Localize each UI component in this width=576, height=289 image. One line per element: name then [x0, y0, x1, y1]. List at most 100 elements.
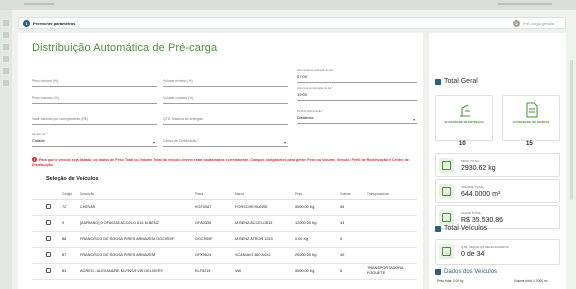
qtd-entregas-label: QUANTIDADE DE ENTREGAS [444, 120, 484, 124]
volume-total-label: VOLUME TOTAL [461, 185, 484, 189]
truck-icon [439, 244, 454, 259]
agrupar-por-value: Cidade [32, 138, 45, 143]
valor-total-label: VALOR TOTAL [461, 211, 482, 215]
cell-descricao: [ADRIANO] 0 OFA0335 ACCELO 815 M.BENZ [80, 215, 195, 232]
table-row[interactable]: 87 FRANCISCO DE SOUSA PIRES ARMAZEM OFX0… [32, 247, 417, 264]
vehicles-section-title: Seleção de Veículos [46, 176, 99, 182]
table-row[interactable]: 72 CHEVAS KGF3087 PORSCHE/SUNSE 5000.00 … [32, 199, 417, 216]
peso-minimo-label: Peso mínimo (%) [32, 79, 59, 83]
perfil-roteirizacao-label: Perfil de Roteirização * [297, 110, 324, 113]
qtd-entregas-tile: QUANTIDADE DE ENTREGAS [435, 95, 493, 141]
cell-volume: 8 [340, 263, 367, 280]
qtd-veiculos-value: 0 de 34 [461, 251, 485, 258]
table-row[interactable]: 9 [ADRIANO] 0 OFA0335 ACCELO 815 M.BENZ … [32, 215, 417, 232]
column-header-transportadora[interactable]: Transportadora [367, 189, 417, 200]
column-header-peso[interactable]: Peso [295, 189, 340, 200]
peso-total-footer: Peso total: 0.00 kg [437, 279, 464, 283]
cell-codigo: 87 [62, 247, 80, 264]
hora-inicial-field[interactable]: Hora inicial de operação do dia * 07:00 [297, 69, 417, 83]
warning-text: Para que o veículo seja listado, os dado… [32, 158, 409, 167]
truck-icon [435, 225, 441, 232]
qtd-pedidos-tile: QUANTIDADE DE PEDIDOS [502, 95, 560, 141]
peso-minimo-field[interactable]: Peso mínimo (%) [32, 73, 157, 87]
cell-volume: 43 [340, 215, 367, 232]
page-title: Distribuição Automática de Pré-carga [32, 42, 218, 54]
cell-peso: 0.00 Kg [295, 231, 340, 248]
cell-placa: OFX0624 [195, 247, 235, 264]
table-row[interactable]: 88 FRANCISCO DE SOUSA PIRES ARMAZEM OGC9… [32, 231, 417, 248]
cell-transportadora [367, 199, 417, 216]
hora-final-label: Hora final de operação do dia * [297, 87, 333, 90]
volume-maximo-field[interactable]: Volume máximo (%) [163, 90, 288, 104]
cell-descricao: CHEVAS [80, 199, 195, 216]
qtd-maxima-label: QTD. Máxima de entregas [163, 117, 203, 121]
column-header-volume[interactable]: Volume [340, 189, 367, 200]
volume-maximo-label: Volume máximo (%) [163, 96, 194, 100]
nav-icon[interactable] [3, 56, 9, 62]
cell-marca: M.BENZ/ACCELO815 [235, 215, 295, 232]
nav-icon[interactable] [3, 20, 9, 26]
peso-total-card: PESO TOTAL 2930.62 kg [435, 153, 560, 177]
row-checkbox[interactable] [46, 267, 51, 273]
row-checkbox[interactable] [46, 235, 51, 241]
nav-icon[interactable] [3, 44, 9, 50]
qtd-entregas-value: 10 [459, 141, 466, 147]
qtd-veiculos-label: QTD. VEÍCULOS SELECIONADOS [461, 245, 509, 249]
column-header-descricao[interactable]: Descrição [80, 189, 195, 200]
main-panel: Distribuição Automática de Pré-carga Pes… [18, 33, 423, 289]
cell-peso: 12000.00 Kg [295, 215, 340, 232]
cell-peso: 5000.00 Kg [295, 199, 340, 216]
cell-codigo: 83 [62, 263, 80, 280]
top-bar-title-placeholder [24, 3, 54, 5]
agrupar-por-select[interactable]: Agrupar por * Cidade ▾ [32, 133, 157, 147]
cell-marca: VW [235, 263, 295, 280]
cell-placa: KLF5219 [195, 263, 235, 280]
volume-total-value: 644.0000 m³ [461, 191, 501, 198]
cell-transportadora [367, 231, 417, 248]
summary-icon [435, 78, 441, 85]
valor-maximo-field[interactable]: Valor máximo por carregamento (R$) [32, 111, 157, 125]
column-header-placa[interactable]: Placa [195, 189, 235, 200]
truck-icon [435, 269, 441, 275]
row-checkbox[interactable] [46, 203, 51, 209]
row-checkbox[interactable] [46, 219, 51, 225]
centro-distribuicao-select[interactable]: Centro de Distribuição * ▾ [163, 133, 288, 147]
peso-maximo-field[interactable]: Peso máximo (%) [32, 90, 157, 104]
step-1-number: 1 [23, 20, 30, 27]
summary-panel: Total Geral QUANTIDADE DE ENTREGAS QUANT… [429, 33, 566, 289]
volume-minimo-label: Volume mínimo (%) [163, 79, 193, 83]
cell-volume: 40 [340, 247, 367, 264]
peso-total-label: PESO TOTAL [461, 159, 480, 163]
hora-inicial-value: 07:00 [297, 74, 308, 79]
cell-volume: 55 [340, 199, 367, 216]
chevron-down-icon: ▾ [412, 117, 415, 122]
hora-inicial-label: Hora inicial de operação do dia * [297, 69, 335, 72]
volume-minimo-field[interactable]: Volume mínimo (%) [163, 73, 288, 87]
table-header-row: Código Descrição Placa Marca Peso Volume… [32, 189, 417, 200]
cell-transportadora: TRANSPORTADORA FOGUETE [367, 263, 417, 280]
cell-codigo: 72 [62, 199, 80, 216]
cell-volume: 0 [340, 231, 367, 248]
table-row[interactable]: 83 AGREG.: ALEXANDRE KLF5219 VW DELIVERY… [32, 263, 417, 280]
perfil-roteirizacao-select[interactable]: Perfil de Roteirização * Distância ▾ [297, 110, 417, 124]
chevron-down-icon: ▾ [152, 140, 155, 145]
scrollbar[interactable] [570, 60, 573, 200]
top-bar [0, 0, 576, 10]
column-header-select [32, 189, 62, 200]
warning-message: ! Para que o veículo seja listado, os dad… [32, 157, 417, 168]
qtd-maxima-field[interactable]: QTD. Máxima de entregas [163, 111, 288, 125]
volume-total-card: VOLUME TOTAL 644.0000 m³ [435, 179, 560, 203]
nav-icon[interactable] [3, 32, 9, 38]
nav-icon[interactable] [3, 80, 9, 86]
total-veiculos-title: Total Veículos [444, 225, 488, 232]
row-checkbox[interactable] [46, 251, 51, 257]
column-header-codigo[interactable]: Código [62, 189, 80, 200]
cell-transportadora [367, 247, 417, 264]
chevron-down-icon: ▾ [283, 140, 286, 145]
centro-distribuicao-label: Centro de Distribuição * [163, 139, 199, 143]
column-header-marca[interactable]: Marca [235, 189, 295, 200]
qtd-pedidos-value: 15 [526, 141, 533, 147]
nav-icon[interactable] [3, 68, 9, 74]
hora-final-field[interactable]: Hora final de operação do dia * 19:00 [297, 87, 417, 101]
total-geral-header: Total Geral [435, 78, 478, 85]
